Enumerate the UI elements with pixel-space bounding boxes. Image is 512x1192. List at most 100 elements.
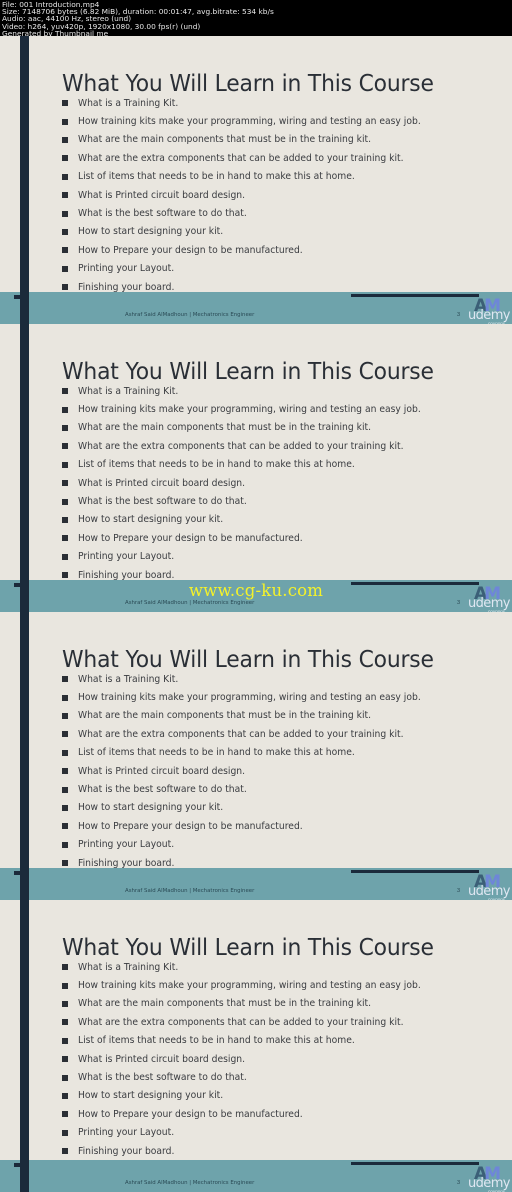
bullet-item: How training kits make your programming,… bbox=[62, 400, 451, 418]
square-bullet-icon bbox=[62, 1037, 68, 1044]
bullet-text: How to start designing your kit. bbox=[78, 802, 224, 814]
square-bullet-icon bbox=[62, 118, 68, 125]
slide-left-accent-bar bbox=[20, 324, 29, 612]
bullet-text: What is the best software to do that. bbox=[78, 1072, 247, 1084]
square-bullet-icon bbox=[62, 192, 68, 199]
slide-page-number: 3 bbox=[457, 600, 461, 606]
bullet-item: What are the main components that must b… bbox=[62, 419, 451, 437]
bullet-item: What is a Training Kit. bbox=[62, 94, 451, 112]
udemy-logo: AM udemy coupons bbox=[466, 296, 512, 324]
bullet-item: Printing your Layout. bbox=[62, 836, 451, 854]
square-bullet-icon bbox=[62, 228, 68, 235]
bullet-item: How to start designing your kit. bbox=[62, 799, 451, 817]
bullet-item: What are the extra components that can b… bbox=[62, 437, 451, 455]
footer-top-line bbox=[351, 1162, 479, 1165]
bullet-item: Finishing your board. bbox=[62, 1142, 451, 1160]
square-bullet-icon bbox=[62, 1111, 68, 1118]
slide-frame: What You Will Learn in This Course What … bbox=[0, 900, 512, 1192]
bullet-text: What are the main components that must b… bbox=[78, 710, 372, 722]
udemy-logo: AM udemy coupons bbox=[466, 872, 512, 900]
bullet-text: Finishing your board. bbox=[78, 569, 175, 581]
slide-frame: What You Will Learn in This Course What … bbox=[0, 36, 512, 324]
bullet-list: What is a Training Kit. How training kits… bbox=[62, 382, 451, 584]
square-bullet-icon bbox=[62, 768, 68, 775]
slide-left-accent-bar bbox=[20, 36, 29, 324]
square-bullet-icon bbox=[62, 749, 68, 756]
slide-page-number: 3 bbox=[457, 1180, 461, 1186]
square-bullet-icon bbox=[62, 480, 68, 487]
slide-page-number: 3 bbox=[457, 888, 461, 894]
bullet-item: List of items that needs to be in hand t… bbox=[62, 1032, 451, 1050]
bullet-text: How to Prepare your design to be manufac… bbox=[78, 820, 303, 832]
bullet-text: List of items that needs to be in hand t… bbox=[78, 171, 355, 183]
bullet-text: What is Printed circuit board design. bbox=[78, 1053, 246, 1065]
bullet-text: What are the main components that must b… bbox=[78, 998, 372, 1010]
slide-footer: Ashraf Said AlMadhoun | Mechatronics Eng… bbox=[0, 1160, 512, 1192]
footer-author: Ashraf Said AlMadhoun | Mechatronics Eng… bbox=[125, 888, 255, 894]
udemy-logo: AM udemy coupons bbox=[466, 1164, 512, 1192]
square-bullet-icon bbox=[62, 694, 68, 701]
bullet-item: What is Printed circuit board design. bbox=[62, 762, 451, 780]
bullet-text: Printing your Layout. bbox=[78, 839, 175, 851]
square-bullet-icon bbox=[62, 284, 68, 291]
bullet-item: How to Prepare your design to be manufac… bbox=[62, 817, 451, 835]
square-bullet-icon bbox=[62, 1074, 68, 1081]
slide-frame: What You Will Learn in This Course What … bbox=[0, 612, 512, 900]
footer-author: Ashraf Said AlMadhoun | Mechatronics Eng… bbox=[125, 312, 255, 318]
square-bullet-icon bbox=[62, 406, 68, 413]
bullet-item: What is the best software to do that. bbox=[62, 204, 451, 222]
bullet-item: How to start designing your kit. bbox=[62, 1087, 451, 1105]
bullet-text: List of items that needs to be in hand t… bbox=[78, 1035, 355, 1047]
bullet-text: How training kits make your programming,… bbox=[78, 116, 421, 128]
bullet-item: What is Printed circuit board design. bbox=[62, 474, 451, 492]
bullet-text: How to start designing your kit. bbox=[78, 1090, 224, 1102]
bullet-item: What is Printed circuit board design. bbox=[62, 1050, 451, 1068]
bullet-list: What is a Training Kit. How training kits… bbox=[62, 94, 451, 296]
bullet-list: What is a Training Kit. How training kits… bbox=[62, 670, 451, 872]
square-bullet-icon bbox=[62, 982, 68, 989]
footer-author: Ashraf Said AlMadhoun | Mechatronics Eng… bbox=[125, 1180, 255, 1186]
bullet-item: What is the best software to do that. bbox=[62, 492, 451, 510]
footer-top-line bbox=[351, 294, 479, 297]
bullet-item: How to Prepare your design to be manufac… bbox=[62, 1105, 451, 1123]
bullet-item: How to Prepare your design to be manufac… bbox=[62, 241, 451, 259]
slide-footer: Ashraf Said AlMadhoun | Mechatronics Eng… bbox=[0, 868, 512, 900]
square-bullet-icon bbox=[62, 265, 68, 272]
square-bullet-icon bbox=[62, 676, 68, 683]
bullet-text: What is a Training Kit. bbox=[78, 673, 179, 685]
bullet-text: What is Printed circuit board design. bbox=[78, 765, 246, 777]
square-bullet-icon bbox=[62, 786, 68, 793]
bullet-text: What is a Training Kit. bbox=[78, 97, 179, 109]
bullet-text: Printing your Layout. bbox=[78, 1127, 175, 1139]
bullet-item: What is the best software to do that. bbox=[62, 1068, 451, 1086]
square-bullet-icon bbox=[62, 535, 68, 542]
square-bullet-icon bbox=[62, 1092, 68, 1099]
bullet-item: List of items that needs to be in hand t… bbox=[62, 456, 451, 474]
bullet-list: What is a Training Kit. How training kits… bbox=[62, 958, 451, 1160]
square-bullet-icon bbox=[62, 964, 68, 971]
bullet-text: Finishing your board. bbox=[78, 281, 175, 293]
bullet-item: List of items that needs to be in hand t… bbox=[62, 168, 451, 186]
square-bullet-icon bbox=[62, 516, 68, 523]
site-watermark: www.cg-ku.com bbox=[188, 581, 324, 600]
square-bullet-icon bbox=[62, 424, 68, 431]
square-bullet-icon bbox=[62, 155, 68, 162]
square-bullet-icon bbox=[62, 498, 68, 505]
bullet-text: Printing your Layout. bbox=[78, 263, 175, 275]
bullet-text: What is the best software to do that. bbox=[78, 208, 247, 220]
bullet-text: Printing your Layout. bbox=[78, 551, 175, 563]
bullet-text: How to Prepare your design to be manufac… bbox=[78, 244, 303, 256]
square-bullet-icon bbox=[62, 1056, 68, 1063]
bullet-item: What is a Training Kit. bbox=[62, 958, 451, 976]
square-bullet-icon bbox=[62, 210, 68, 217]
square-bullet-icon bbox=[62, 804, 68, 811]
bullet-text: How training kits make your programming,… bbox=[78, 404, 421, 416]
bullet-item: What is a Training Kit. bbox=[62, 382, 451, 400]
slide-title: What You Will Learn in This Course bbox=[62, 357, 434, 385]
bullet-text: Finishing your board. bbox=[78, 857, 175, 869]
bullet-item: How to Prepare your design to be manufac… bbox=[62, 529, 451, 547]
bullet-item: Printing your Layout. bbox=[62, 1124, 451, 1142]
slide-page-number: 3 bbox=[457, 312, 461, 318]
bullet-text: What is the best software to do that. bbox=[78, 496, 247, 508]
square-bullet-icon bbox=[62, 1000, 68, 1007]
